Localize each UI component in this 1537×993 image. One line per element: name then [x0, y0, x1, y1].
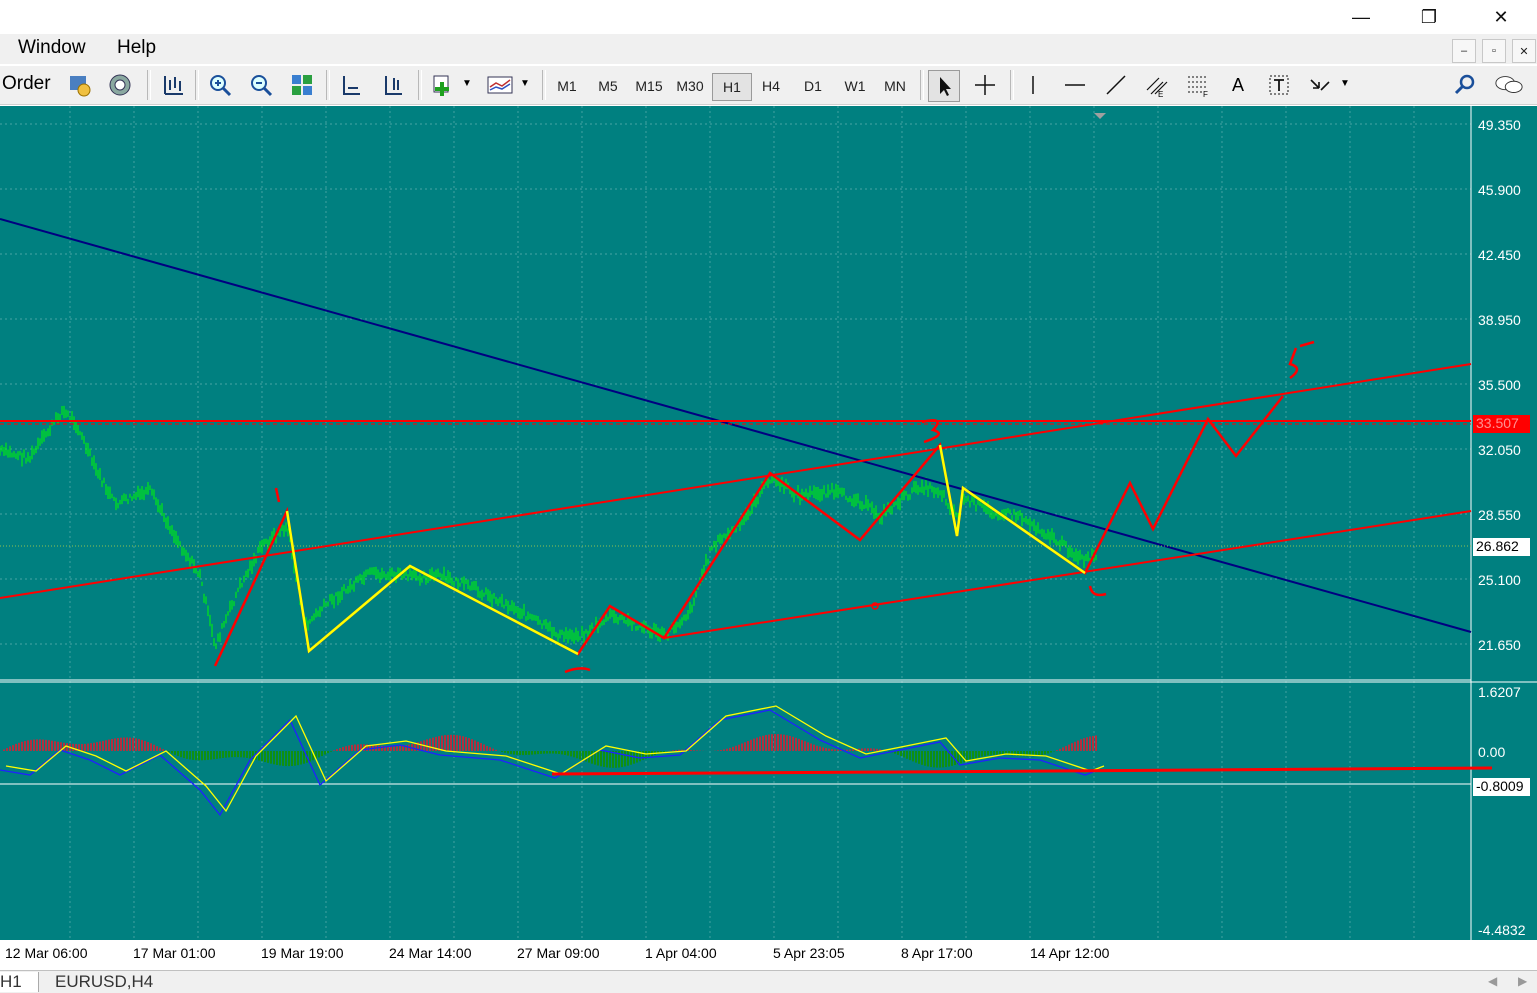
timeframe-h1[interactable]: H1 — [712, 73, 752, 101]
toolbar-separator — [542, 70, 546, 100]
timeframe-m30[interactable]: M30 — [671, 75, 709, 97]
toolbar-separator — [418, 70, 422, 100]
wave-label-2 — [565, 668, 590, 672]
time-label: 5 Apr 23:05 — [773, 945, 845, 961]
tab-eurusd-h4[interactable]: EURUSD,H4 — [55, 972, 153, 992]
price-label: 32.050 — [1478, 442, 1521, 458]
time-label: 12 Mar 06:00 — [5, 945, 88, 961]
indicator-level-badge: -0.8009 — [1473, 778, 1530, 796]
menu-bar: Window Help — [0, 34, 1537, 64]
indicators-icon[interactable] — [428, 70, 458, 100]
time-label: 14 Apr 12:00 — [1030, 945, 1109, 961]
zoom-out-icon[interactable] — [246, 70, 276, 100]
tile-windows-icon[interactable] — [287, 70, 317, 100]
wave-label-3 — [922, 420, 939, 442]
current-price-badge: 33.507 — [1473, 415, 1530, 433]
horizontal-line-icon[interactable] — [1060, 70, 1090, 100]
arrows-icon[interactable] — [1305, 70, 1335, 100]
zoom-in-icon[interactable] — [205, 70, 235, 100]
cursor-icon[interactable] — [928, 70, 960, 102]
time-label: 19 Mar 19:00 — [261, 945, 344, 961]
price-label: 38.950 — [1478, 312, 1521, 328]
mdi-close-button[interactable]: ✕ — [1512, 39, 1536, 63]
templates-dropdown-icon[interactable]: ▼ — [520, 78, 530, 89]
crosshair-icon[interactable] — [970, 70, 1000, 100]
price-label: 25.100 — [1478, 572, 1521, 588]
price-label: 35.500 — [1478, 377, 1521, 393]
close-window-button[interactable]: ✕ — [1478, 0, 1524, 34]
time-label: 17 Mar 01:00 — [133, 945, 216, 961]
price-label: 28.550 — [1478, 507, 1521, 523]
indicator-label: 0.00 — [1478, 744, 1505, 760]
wave-label-4 — [1090, 586, 1106, 595]
time-label: 1 Apr 04:00 — [645, 945, 717, 961]
chart-canvas[interactable] — [0, 106, 1537, 940]
chat-icon[interactable] — [1494, 70, 1524, 100]
toolbar-separator — [1010, 70, 1014, 100]
timeframe-h4[interactable]: H4 — [752, 75, 790, 97]
toolbar-separator — [195, 70, 199, 100]
wave-label-1 — [276, 488, 279, 502]
indicator-label: 1.6207 — [1478, 684, 1521, 700]
order-button[interactable]: Order — [2, 73, 51, 95]
svg-text:E: E — [1158, 90, 1163, 98]
lower-channel-line[interactable] — [664, 511, 1471, 638]
time-label: 8 Apr 17:00 — [901, 945, 973, 961]
price-label: 49.350 — [1478, 117, 1521, 133]
vertical-line-icon[interactable] — [1018, 70, 1048, 100]
chart-tab-bar — [0, 970, 1537, 993]
timeframe-m15[interactable]: M15 — [630, 75, 668, 97]
equidistant-channel-icon[interactable]: E — [1142, 70, 1172, 100]
timeframe-mn[interactable]: MN — [876, 75, 914, 97]
indicator-label: -4.4832 — [1478, 922, 1525, 938]
templates-icon[interactable] — [485, 70, 515, 100]
chart-shift-icon[interactable] — [336, 70, 366, 100]
toolbar-separator — [920, 70, 924, 100]
restore-window-button[interactable]: ❐ — [1406, 0, 1452, 34]
bid-price-badge: 26.862 — [1473, 538, 1530, 556]
search-icon[interactable] — [1450, 70, 1480, 100]
time-axis — [0, 940, 1537, 970]
wave-segment-2[interactable] — [287, 511, 578, 654]
text-label-icon[interactable] — [1264, 70, 1294, 100]
arrows-dropdown-icon[interactable]: ▼ — [1340, 78, 1350, 89]
minimize-window-button[interactable]: — — [1338, 0, 1384, 34]
wave-segment-4[interactable] — [940, 445, 1085, 573]
mdi-restore-button[interactable]: ▫ — [1482, 39, 1506, 63]
timeframe-m5[interactable]: M5 — [589, 75, 627, 97]
fibonacci-icon[interactable]: F — [1183, 70, 1213, 100]
tab-h1[interactable]: H1 — [0, 972, 39, 992]
tab-scroll-left-icon[interactable]: ◀ — [1488, 974, 1497, 988]
text-tool-icon[interactable]: A — [1223, 70, 1253, 100]
trendline-icon[interactable] — [1101, 70, 1131, 100]
time-label: 27 Mar 09:00 — [517, 945, 600, 961]
timeframe-m1[interactable]: M1 — [548, 75, 586, 97]
autotrading-icon[interactable] — [64, 70, 94, 100]
toolbar-separator — [147, 70, 151, 100]
mdi-minimize-button[interactable]: – — [1452, 39, 1476, 63]
chart-shift-marker[interactable] — [1094, 113, 1106, 119]
upper-channel-line[interactable] — [0, 364, 1471, 598]
svg-text:F: F — [1203, 90, 1208, 98]
indicator-support-line[interactable] — [552, 768, 1492, 774]
menu-window[interactable]: Window — [18, 37, 86, 59]
wave-label-5 — [1290, 342, 1314, 378]
indicators-dropdown-icon[interactable]: ▼ — [462, 78, 472, 89]
price-label: 45.900 — [1478, 182, 1521, 198]
bar-chart-icon[interactable] — [158, 70, 188, 100]
price-label: 42.450 — [1478, 247, 1521, 263]
price-label: 21.650 — [1478, 637, 1521, 653]
timeframe-d1[interactable]: D1 — [794, 75, 832, 97]
timeframe-w1[interactable]: W1 — [836, 75, 874, 97]
title-bar: — ❐ ✕ — [0, 0, 1537, 34]
downtrend-line[interactable] — [0, 219, 1471, 632]
signals-icon[interactable] — [105, 70, 135, 100]
tab-scroll-right-icon[interactable]: ▶ — [1518, 974, 1527, 988]
auto-scroll-icon[interactable] — [378, 70, 408, 100]
toolbar-separator — [326, 70, 330, 100]
time-label: 24 Mar 14:00 — [389, 945, 472, 961]
menu-help[interactable]: Help — [117, 37, 156, 59]
